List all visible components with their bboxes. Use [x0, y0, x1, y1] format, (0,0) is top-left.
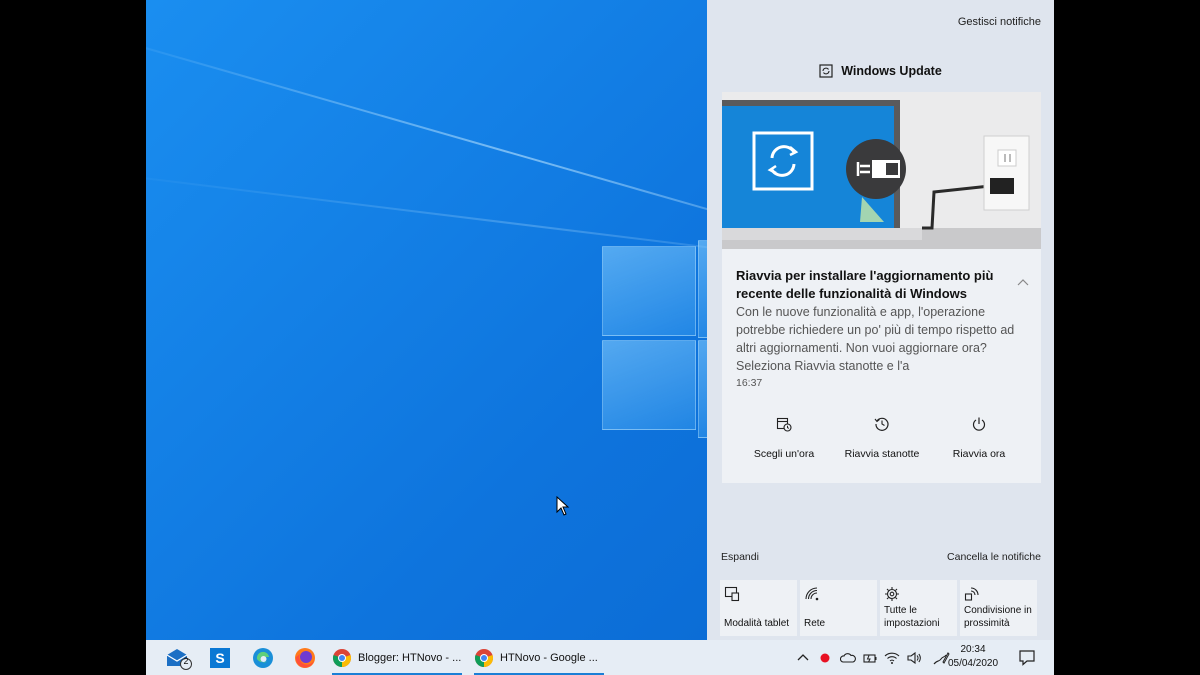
restart-now-button[interactable]: Riavvia ora	[929, 416, 1029, 462]
quick-action-label: Rete	[804, 618, 826, 629]
notification-title: Riavvia per installare l'aggiornamento p…	[736, 268, 994, 301]
collapse-chevron-icon[interactable]	[1017, 278, 1029, 286]
notification-center-icon	[1019, 650, 1035, 666]
restart-clock-icon	[874, 417, 889, 431]
recording-dot-icon[interactable]	[818, 651, 832, 665]
taskbar-firefox[interactable]	[291, 645, 319, 671]
nearby-share-icon	[964, 587, 979, 601]
action-center: Gestisci notifiche Windows Update Riavvi…	[707, 0, 1054, 640]
choose-time-button[interactable]: Scegli un'ora	[734, 416, 834, 462]
mail-badge-count: 2	[183, 656, 189, 666]
restart-tonight-button[interactable]: Riavvia stanotte	[832, 416, 932, 462]
taskbar: 2 S Blogger: HTNovo - ... HTNovo - Googl…	[146, 640, 1054, 675]
screen: Gestisci notifiche Windows Update Riavvi…	[146, 0, 1054, 675]
quick-action-all-settings[interactable]: Tutte le impostazioni	[880, 580, 957, 636]
notification-card[interactable]: Riavvia per installare l'aggiornamento p…	[722, 92, 1041, 483]
battery-charging-icon[interactable]	[862, 651, 878, 665]
restart-tonight-label: Riavvia stanotte	[844, 448, 920, 460]
notification-hero-image	[722, 92, 1041, 249]
action-center-button[interactable]	[1013, 645, 1041, 671]
taskbar-clock[interactable]: 20:34 05/04/2020	[946, 643, 1000, 671]
windows-logo-pane	[602, 246, 696, 336]
windows-logo-pane	[602, 340, 696, 430]
notification-time: 16:37	[736, 377, 763, 389]
notification-group-header: Windows Update	[707, 64, 1054, 78]
quick-action-network[interactable]: Rete	[800, 580, 877, 636]
settings-gear-icon	[885, 587, 899, 601]
expand-quick-actions-link[interactable]: Espandi	[721, 551, 759, 563]
system-tray	[796, 640, 950, 675]
notification-body: Con le nuove funzionalità e app, l'opera…	[736, 305, 1015, 373]
skype-icon: S	[210, 648, 230, 668]
windows-update-icon	[819, 64, 833, 78]
edge-icon	[253, 648, 273, 668]
volume-icon[interactable]	[906, 651, 922, 665]
chrome-icon	[474, 648, 494, 667]
choose-time-label: Scegli un'ora	[753, 448, 815, 460]
quick-action-label: Modalità tablet	[724, 618, 790, 629]
wifi-icon[interactable]	[884, 651, 900, 665]
taskbar-app-htnovo[interactable]: HTNovo - Google ...	[474, 640, 604, 675]
clear-all-notifications-link[interactable]: Cancella le notifiche	[947, 551, 1041, 563]
firefox-icon	[295, 648, 315, 668]
notification-group-title: Windows Update	[841, 64, 942, 78]
quick-action-nearby-sharing[interactable]: Condivisione in prossimità	[960, 580, 1037, 636]
manage-notifications-link[interactable]: Gestisci notifiche	[958, 16, 1041, 28]
laptop-plug-illustration	[722, 92, 1041, 249]
quick-action-label: Tutte le impostazioni	[884, 605, 940, 629]
quick-actions: Modalità tablet Rete Tutte le impostazio…	[720, 580, 1037, 636]
svg-text:S: S	[215, 650, 224, 666]
taskbar-app-title: HTNovo - Google ...	[500, 651, 598, 664]
taskbar-edge[interactable]	[249, 645, 277, 671]
quick-action-tablet-mode[interactable]: Modalità tablet	[720, 580, 797, 636]
power-icon	[972, 417, 986, 431]
mouse-cursor-icon	[556, 496, 570, 516]
tablet-mode-icon	[724, 586, 740, 602]
chrome-icon	[332, 648, 352, 667]
network-icon	[805, 587, 819, 601]
show-hidden-icons-chevron-icon[interactable]	[796, 651, 810, 665]
taskbar-app-blogger[interactable]: Blogger: HTNovo - ...	[332, 640, 462, 675]
restart-now-label: Riavvia ora	[952, 448, 1006, 460]
taskbar-app-title: Blogger: HTNovo - ...	[358, 651, 462, 664]
quick-action-label: Condivisione in prossimità	[964, 605, 1032, 629]
clock-time: 20:34	[960, 644, 986, 655]
clock-date: 05/04/2020	[947, 658, 999, 669]
taskbar-mail[interactable]: 2	[164, 645, 192, 671]
onedrive-cloud-icon[interactable]	[840, 651, 856, 665]
calendar-clock-icon	[776, 417, 792, 432]
taskbar-skype[interactable]: S	[206, 645, 234, 671]
